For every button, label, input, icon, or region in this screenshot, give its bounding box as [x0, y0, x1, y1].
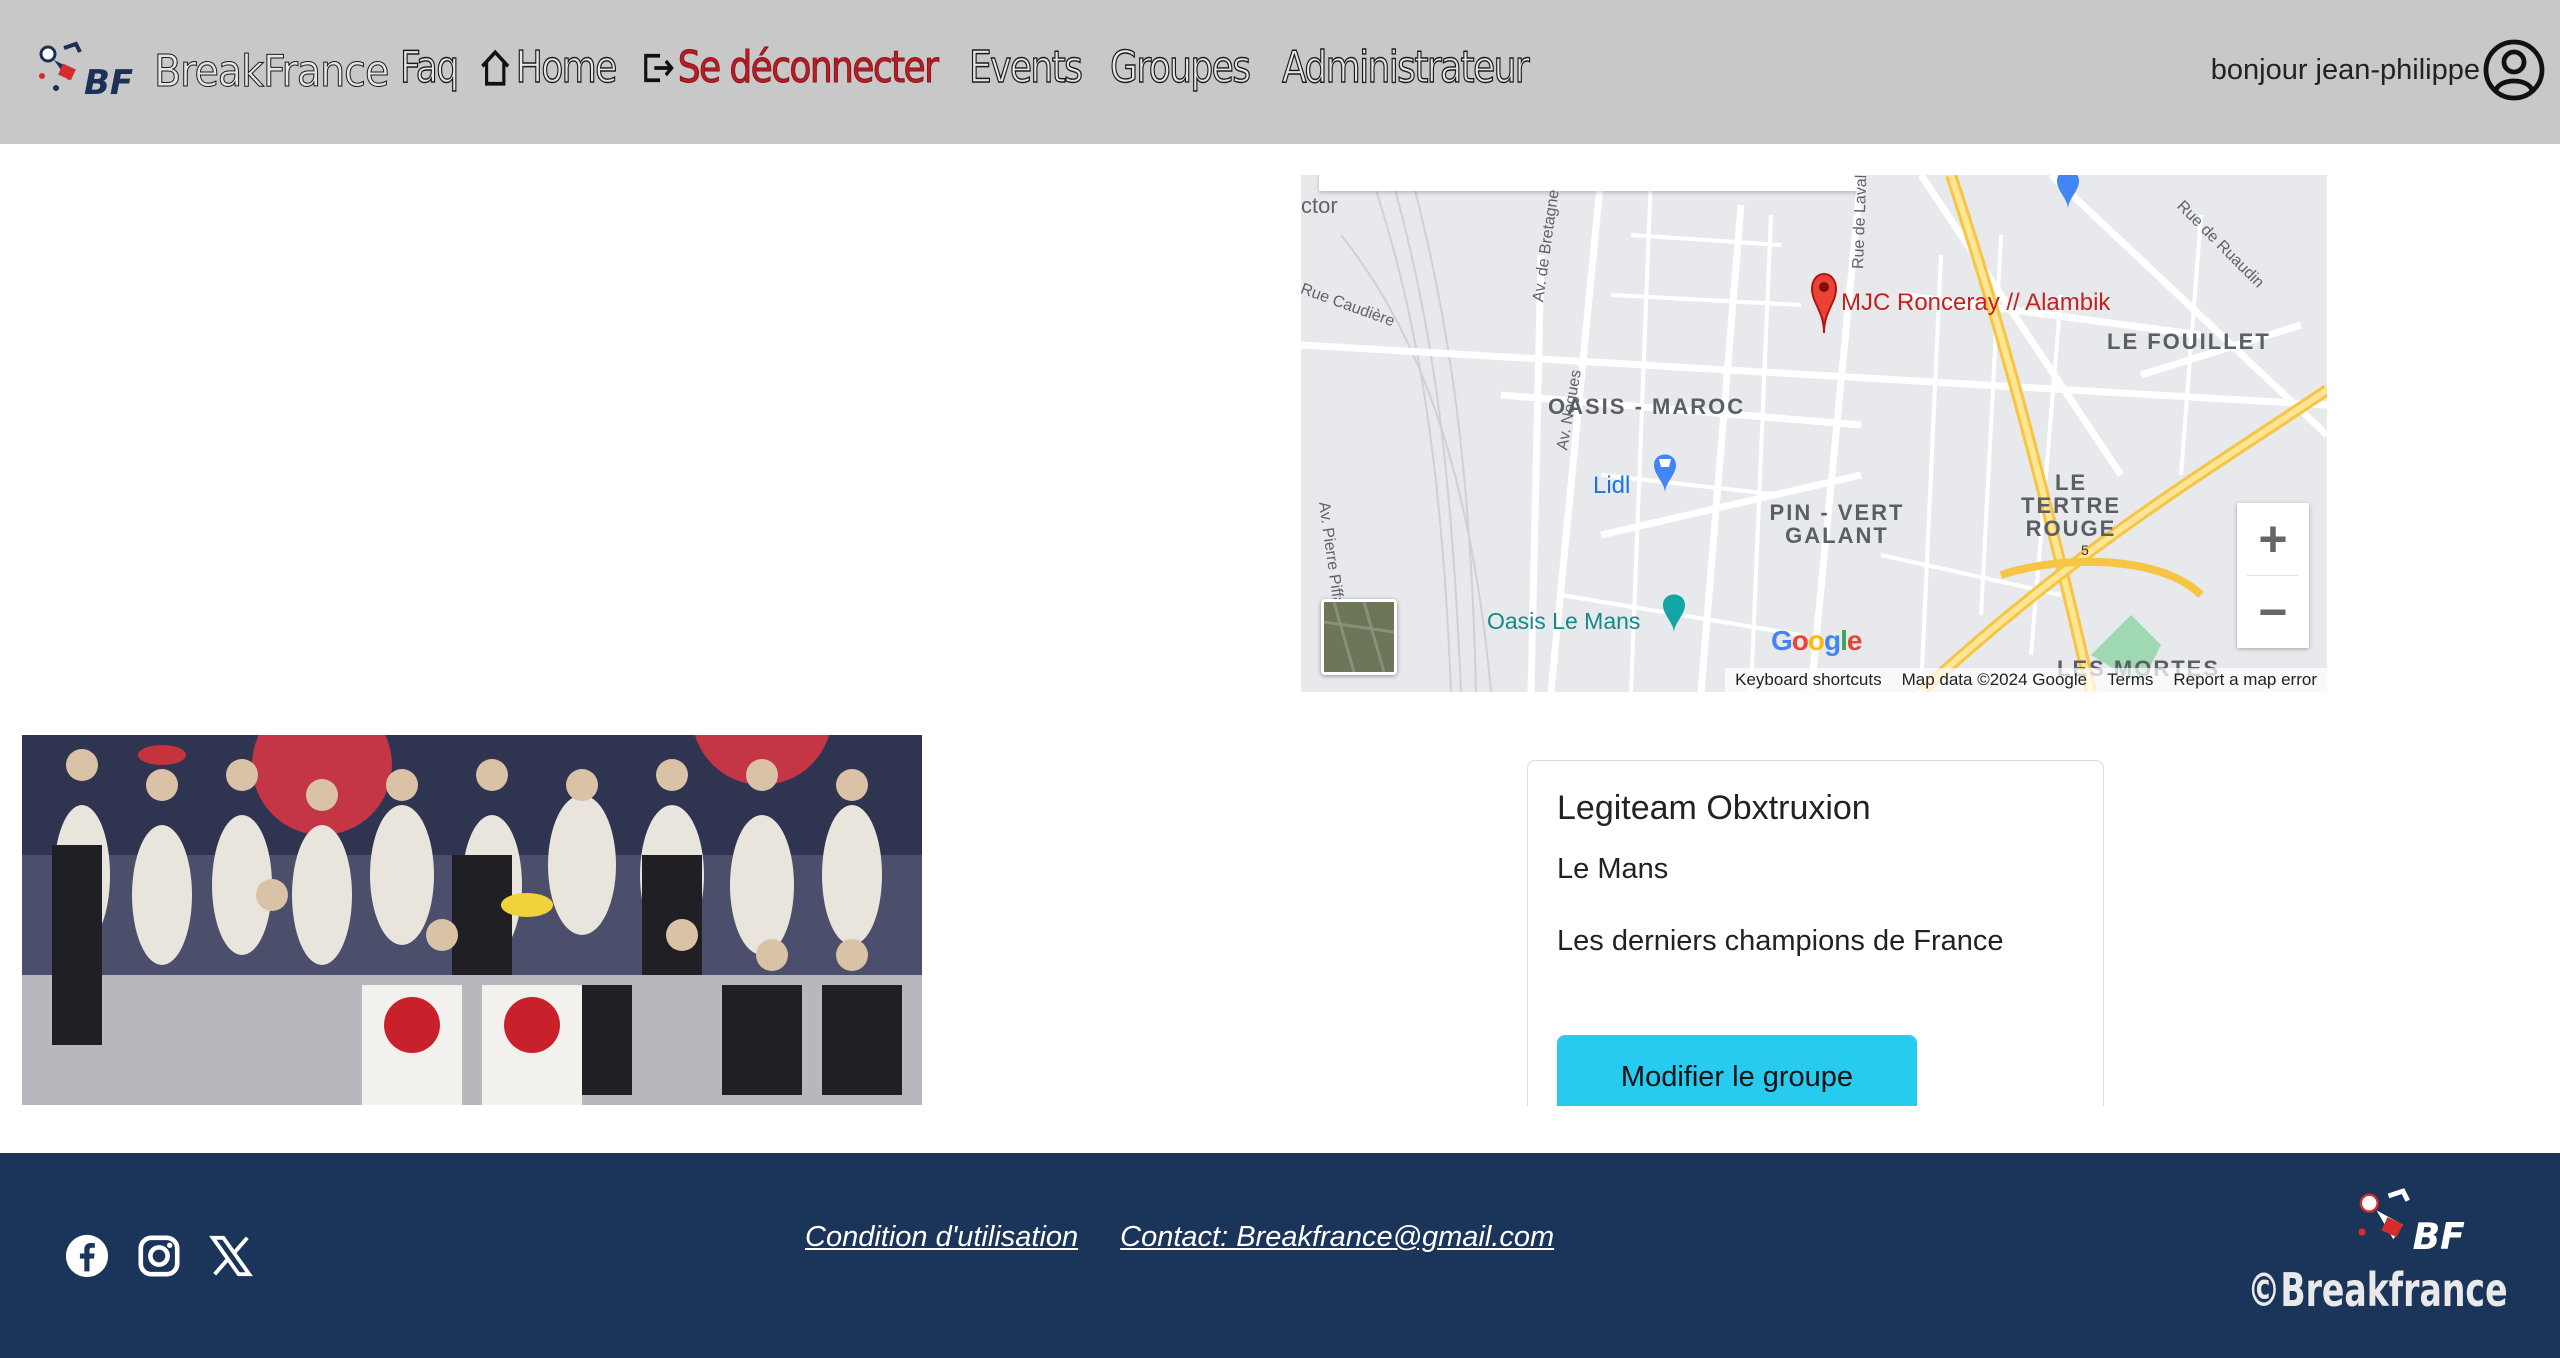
footer-links: Condition d'utilisation Contact: Breakfr…	[805, 1221, 1596, 1254]
svg-text:BF: BF	[84, 63, 133, 103]
group-city: Le Mans	[1557, 853, 1669, 885]
user-account-icon[interactable]	[2482, 38, 2546, 102]
nav-logout-label: Se déconnecter	[677, 42, 939, 94]
map-attribution-bar: Keyboard shortcuts Map data ©2024 Google…	[1725, 668, 2327, 692]
nav-faq-link[interactable]: Faq	[399, 41, 459, 93]
map-area-label: OASIS - MAROC	[1548, 394, 1746, 419]
site-footer: Condition d'utilisation Contact: Breakfr…	[0, 1153, 2560, 1358]
social-links	[64, 1233, 280, 1279]
map-data-text: Map data ©2024 Google	[1901, 670, 2088, 689]
facebook-icon[interactable]	[64, 1233, 110, 1279]
zoom-in-button[interactable]: +	[2237, 503, 2309, 575]
group-description: Les derniers champions de France	[1557, 925, 2004, 957]
brand-name: BreakFrance	[153, 45, 389, 97]
logout-icon	[644, 53, 674, 82]
map-poi-label[interactable]: Oasis Le Mans	[1487, 608, 1640, 635]
satellite-thumbnail-icon	[1324, 602, 1394, 672]
group-photo-image	[22, 735, 922, 1105]
google-map[interactable]: ctor Rue Caudière Av. de Bretagne Av. No…	[1301, 175, 2327, 692]
copyright-text: ©Breakfrance	[2247, 1263, 2508, 1317]
map-terms-link[interactable]: Terms	[2097, 670, 2163, 690]
instagram-icon[interactable]	[136, 1233, 182, 1279]
breakfrance-logo: BF	[39, 41, 133, 103]
nav-home-label: Home	[515, 41, 618, 93]
x-icon[interactable]	[208, 1233, 254, 1279]
group-name: Legiteam Obxtruxion	[1557, 789, 1871, 827]
map-area-label: LE TERTRE ROUGE	[2021, 470, 2121, 541]
top-navbar: BF BreakFrance Faq Home Se déconnecter E…	[0, 0, 2560, 144]
breakfrance-footer-logo: BF	[2358, 1188, 2466, 1258]
map-street-label: ctor	[1301, 193, 1338, 218]
contact-email-link[interactable]: Contact: Breakfrance@gmail.com	[1120, 1221, 1554, 1254]
user-greeting: bonjour jean-philippe	[2210, 53, 2480, 86]
user-area[interactable]: bonjour jean-philippe	[2211, 38, 2546, 102]
nav-events-link[interactable]: Events	[968, 41, 1083, 93]
terms-of-use-link[interactable]: Condition d'utilisation	[805, 1221, 1078, 1254]
nav-home-link[interactable]: Home	[478, 41, 618, 94]
group-photo	[22, 735, 922, 1105]
home-icon	[481, 49, 510, 86]
map-area-label: LE FOUILLET	[2107, 329, 2271, 354]
map-place-label[interactable]: MJC Ronceray // Alambik	[1841, 289, 2110, 317]
nav-groups-link[interactable]: Groupes	[1109, 41, 1251, 93]
map-search-card[interactable]	[1319, 175, 1859, 191]
brand[interactable]: BF BreakFrance	[34, 36, 390, 106]
nav-logout-link[interactable]: Se déconnecter	[640, 42, 939, 94]
nav-admin-link[interactable]: Administrateur	[1281, 41, 1530, 93]
zoom-out-button[interactable]: −	[2237, 576, 2309, 648]
svg-text:BF: BF	[2413, 1215, 2466, 1258]
nav-links: Faq Home Se déconnecter Events Groupes A…	[399, 41, 1582, 94]
map-street-label: Rue de Laval	[1850, 175, 1871, 270]
google-logo: Google	[1771, 625, 1862, 656]
map-layer-toggle[interactable]	[1321, 599, 1397, 675]
road-number-label: 5	[2081, 542, 2089, 558]
edit-group-button[interactable]: Modifier le groupe	[1557, 1035, 1917, 1106]
map-roads	[1301, 175, 2327, 692]
report-map-error-link[interactable]: Report a map error	[2163, 670, 2327, 690]
group-card: Legiteam Obxtruxion Le Mans Les derniers…	[1527, 760, 2104, 1106]
keyboard-shortcuts-link[interactable]: Keyboard shortcuts	[1725, 670, 1891, 690]
map-poi-label[interactable]: Lidl	[1593, 472, 1630, 500]
map-zoom-controls: + −	[2237, 503, 2309, 648]
map-area-label: PIN - VERT GALANT	[1769, 500, 1905, 548]
